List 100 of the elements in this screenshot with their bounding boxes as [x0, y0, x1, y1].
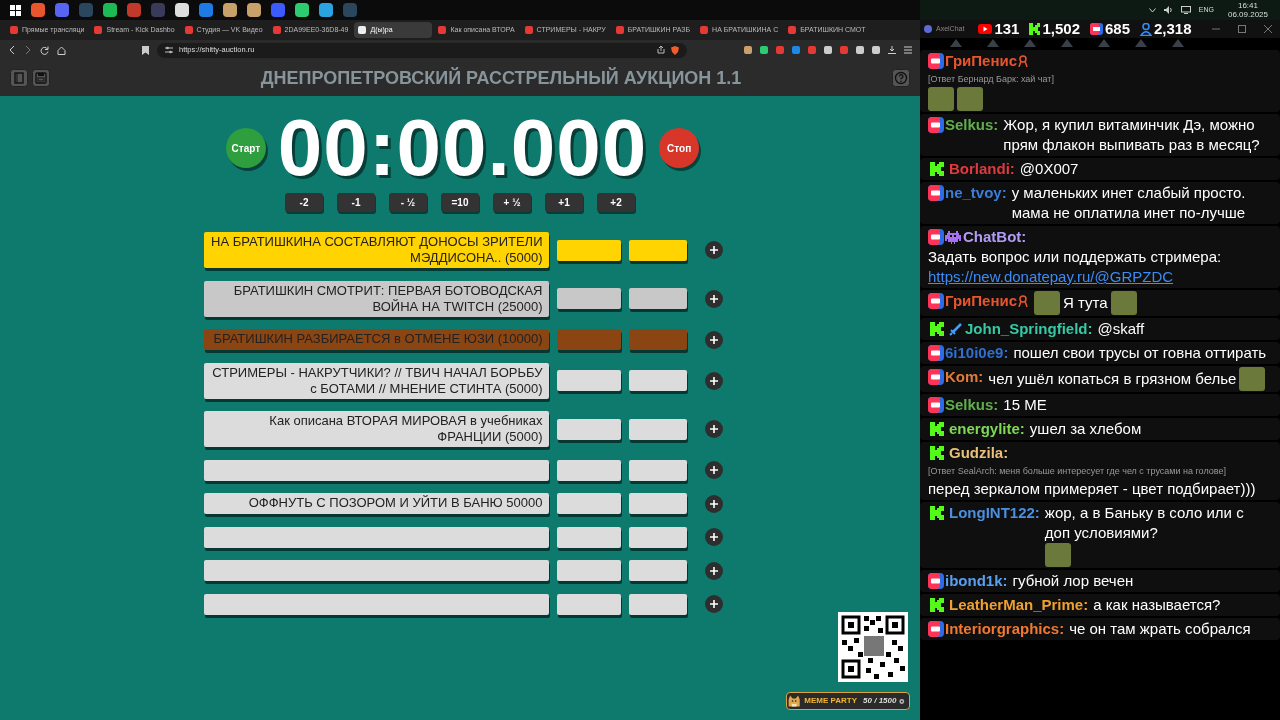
app-icon[interactable] — [271, 3, 285, 17]
lot-name-field[interactable]: Как описана ВТОРАЯ МИРОВАЯ в учебниках ФРАНЦИИ (5000) — [203, 411, 549, 447]
add-icon[interactable] — [704, 289, 723, 308]
time-adjust-button[interactable]: =10 — [441, 193, 479, 212]
app-icon[interactable] — [31, 3, 45, 17]
author-name[interactable]: LeatherMan_Prime: — [949, 595, 1089, 615]
amount-field[interactable] — [556, 288, 621, 309]
author-name[interactable]: energylite: — [949, 419, 1025, 439]
save-icon[interactable] — [32, 69, 50, 87]
author-name[interactable]: ibond1k: — [945, 571, 1008, 591]
app-icon[interactable] — [199, 3, 213, 17]
help-icon[interactable] — [892, 69, 910, 87]
amount-field[interactable] — [556, 593, 621, 615]
add-icon[interactable] — [704, 561, 723, 580]
add-icon[interactable] — [704, 494, 723, 513]
extra-field[interactable] — [628, 593, 687, 615]
extra-field[interactable] — [628, 239, 687, 261]
kick-logo-icon — [930, 506, 944, 520]
lot-name-field[interactable] — [203, 560, 549, 581]
author-name[interactable]: LongINT122: — [949, 503, 1040, 523]
app-icon[interactable] — [55, 3, 69, 17]
amount-field[interactable] — [556, 560, 621, 581]
bookmark-icon[interactable] — [142, 45, 149, 55]
extra-field[interactable] — [628, 526, 687, 548]
extra-field[interactable] — [628, 370, 687, 391]
app-icon[interactable] — [127, 3, 141, 17]
lot-name-field[interactable]: ОФФНУТЬ С ПОЗОРОМ И УЙТИ В БАНЮ 50000 — [203, 493, 549, 514]
app-icon[interactable] — [223, 3, 237, 17]
menu-icon[interactable] — [904, 46, 912, 54]
extra-field[interactable] — [628, 560, 687, 581]
app-icon[interactable] — [247, 3, 261, 17]
page-icon — [700, 26, 709, 34]
share-icon[interactable] — [657, 46, 665, 54]
amount-field[interactable] — [556, 329, 621, 350]
app-icon[interactable] — [175, 3, 189, 17]
shield-icon[interactable] — [671, 45, 679, 55]
author-name[interactable]: Gudzila: — [949, 443, 1009, 463]
author-name[interactable]: Interiorgraphics: — [945, 619, 1065, 639]
amount-field[interactable] — [556, 239, 621, 261]
message-link[interactable]: https://new.donatepay.ru/@GRPZDC — [928, 267, 1272, 287]
app-icon[interactable] — [319, 3, 333, 17]
time-adjust-button[interactable]: -1 — [337, 193, 375, 212]
monitor-icon[interactable] — [1180, 6, 1191, 14]
add-icon[interactable] — [704, 595, 723, 613]
add-icon[interactable] — [704, 528, 723, 546]
author-name[interactable]: Kom: — [945, 367, 984, 387]
author-name[interactable]: Selkus: — [945, 395, 999, 415]
notebook-icon[interactable] — [10, 69, 28, 87]
time-adjust-button[interactable]: +2 — [597, 193, 635, 212]
extra-field[interactable] — [628, 288, 687, 309]
speaker-icon[interactable] — [1163, 6, 1173, 14]
time-adjust-button[interactable]: +1 — [545, 193, 583, 212]
close-icon[interactable] — [1264, 25, 1272, 33]
author-name[interactable]: 6i10i0e9: — [945, 343, 1009, 363]
lot-name-field[interactable] — [203, 526, 549, 548]
author-name[interactable]: ГриПенис — [945, 51, 1018, 71]
lot-name-field[interactable] — [203, 459, 549, 481]
time-adjust-button[interactable]: + ½ — [493, 193, 531, 212]
start-icon[interactable] — [10, 4, 21, 16]
amount-field[interactable] — [556, 418, 621, 440]
clock-time[interactable]: 16:41 — [1237, 1, 1258, 10]
amount-field[interactable] — [556, 526, 621, 548]
live-icon — [928, 369, 944, 385]
author-name[interactable]: ne_tvoy: — [945, 183, 1007, 203]
home-icon[interactable] — [57, 45, 66, 55]
author-name[interactable]: ChatBot: — [963, 227, 1027, 247]
clock-date[interactable]: 06.09.2025 — [1227, 10, 1268, 19]
gear-icon — [899, 697, 905, 705]
lot-name-field[interactable]: НА БРАТИШКИНА СОСТАВЛЯЮТ ДОНОСЫ ЗРИТЕЛИ МЭДДИСОНА.. (5000) — [203, 232, 549, 268]
forward-icon[interactable] — [24, 46, 32, 54]
add-icon[interactable] — [704, 371, 723, 390]
author-name[interactable]: Selkus: — [945, 115, 999, 135]
add-icon[interactable] — [704, 330, 723, 349]
app-icon[interactable] — [295, 3, 309, 17]
stop-button[interactable]: Стоп — [659, 128, 700, 168]
amount-field[interactable] — [556, 370, 621, 391]
extra-field[interactable] — [628, 459, 687, 481]
lot-name-field[interactable]: БРАТИШКИН СМОТРИТ: ПЕРВАЯ БОТОВОДСКАЯ ВОЙНА НА TWITCH (25000) — [203, 280, 549, 317]
maximize-icon[interactable] — [1238, 25, 1246, 33]
lot-name-field[interactable]: СТРИМЕРЫ - НАКРУТЧИКИ? // ТВИЧ НАЧАЛ БОРЬБУ с БОТАМИ // МНЕНИЕ СТИНТА (5000) — [203, 362, 549, 399]
time-adjust-button[interactable]: -2 — [285, 193, 323, 212]
author-name[interactable]: John_Springfield: — [965, 319, 1093, 339]
back-icon[interactable] — [8, 46, 16, 54]
extra-field[interactable] — [628, 493, 687, 514]
extra-field[interactable] — [628, 329, 687, 350]
add-icon[interactable] — [704, 461, 723, 479]
chevron-icon[interactable] — [1148, 7, 1156, 13]
author-name[interactable]: Borlandi: — [949, 159, 1015, 179]
app-icon[interactable] — [103, 3, 117, 17]
add-icon[interactable] — [704, 241, 723, 259]
extra-field[interactable] — [628, 418, 687, 440]
amount-field[interactable] — [556, 459, 621, 481]
add-icon[interactable] — [704, 420, 723, 438]
minimize-icon[interactable] — [1212, 25, 1220, 33]
download-icon[interactable] — [888, 46, 896, 54]
author-name[interactable]: ГриПенис — [945, 291, 1018, 311]
lot-name-field[interactable] — [203, 593, 549, 615]
reload-icon[interactable] — [40, 45, 49, 55]
amount-field[interactable] — [556, 493, 621, 514]
time-adjust-button[interactable]: - ½ — [389, 193, 427, 212]
